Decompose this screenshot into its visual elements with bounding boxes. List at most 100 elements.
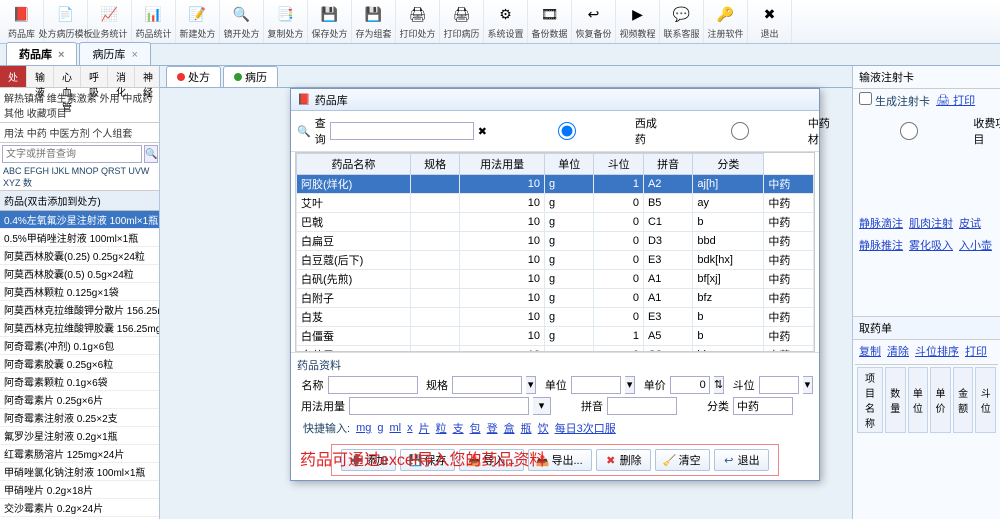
quick-link[interactable]: 粒 [436,420,447,436]
toolbar-button[interactable]: 📊药品统计 [132,0,176,43]
dou-dropdown[interactable]: ▾ [803,376,813,394]
drug-list-row[interactable]: 氟罗沙星注射液 0.2g×1瓶 [0,427,159,445]
drug-list-row[interactable]: 0.4%左氧氟沙星注射液 100ml×1瓶 [0,211,159,229]
grid-row[interactable]: 白附子10g0A1bfz中药 [297,289,814,308]
price-input[interactable] [670,376,710,394]
grid-row[interactable]: 白豆蔻(后下)10g0E3bdk[hx]中药 [297,251,814,270]
toolbar-button[interactable]: 🎞备份数据 [528,0,572,43]
grid-col-header[interactable]: 用法用量 [460,154,545,175]
grid-col-header[interactable]: 拼音 [643,154,692,175]
grid-row[interactable]: 白矾(先煎)10g0A1bf[xj]中药 [297,270,814,289]
left-subtabs-3[interactable]: 用法 中药 中医方剂 个人组套 [0,123,159,143]
drug-list-row[interactable]: 阿奇霉素胶囊 0.25g×6粒 [0,355,159,373]
quick-link[interactable]: 每日3次口服 [555,420,616,436]
left-subtab[interactable]: 呼吸 [81,66,108,87]
left-subtab[interactable]: 处生意 [0,66,27,87]
unit-dropdown[interactable]: ▾ [625,376,635,394]
injection-link[interactable]: 静脉滴注 [859,215,903,231]
quick-link[interactable]: 饮 [538,420,549,436]
close-icon[interactable]: × [58,49,64,61]
usage-input[interactable] [349,397,529,415]
grid-row[interactable]: 巴戟10g0C1b中药 [297,213,814,232]
toolbar-button[interactable]: 📈业务统计 [88,0,132,43]
left-search-input[interactable] [2,145,142,163]
toolbar-button[interactable]: 📕药品库 [0,0,44,43]
dou-input[interactable] [759,376,799,394]
grid-row[interactable]: 白僵蚕10g1A5b中药 [297,327,814,346]
take-action[interactable]: 清除 [887,343,909,359]
grid-row[interactable]: 白扁豆10g0D3bbd中药 [297,232,814,251]
grid-col-header[interactable]: 单位 [544,154,593,175]
search-icon[interactable]: 🔍 [144,145,158,163]
class-input[interactable] [733,397,793,415]
left-subtab[interactable]: 输液 [27,66,54,87]
category-radio[interactable]: 收费项目 [847,115,1000,147]
drug-list-row[interactable]: 阿莫西林克拉维酸钾胶囊 156.25mg×18片 [0,319,159,337]
toolbar-button[interactable]: ↩恢复备份 [572,0,616,43]
drug-list-row[interactable]: 阿奇霉素(冲剂) 0.1g×6包 [0,337,159,355]
drug-list-row[interactable]: 阿奇霉素片 0.25g×6片 [0,391,159,409]
toolbar-button[interactable]: 🖨打印病历 [440,0,484,43]
left-subtab[interactable]: 神经 [135,66,162,87]
injection-link[interactable]: 皮试 [959,215,981,231]
right-action[interactable]: 生成注射卡 [859,92,930,109]
quick-link[interactable]: mg [356,422,371,434]
drug-list-row[interactable]: 阿奇霉素颗粒 0.1g×6袋 [0,373,159,391]
quick-link[interactable]: 盒 [504,420,515,436]
toolbar-button[interactable]: 📝新建处方 [176,0,220,43]
pinyin-input[interactable] [607,397,677,415]
center-tab[interactable]: 病历 [223,66,278,87]
app-tab[interactable]: 药品库× [6,42,77,65]
alpha-index[interactable]: ABC EFGH IJKL MNOP QRST UVW XYZ 数 [0,165,159,191]
quick-link[interactable]: 瓶 [521,420,532,436]
take-action[interactable]: 打印 [965,343,987,359]
app-tab[interactable]: 病历库× [79,42,150,65]
grid-col-header[interactable]: 药品名称 [297,154,411,175]
drug-grid-wrapper[interactable]: 药品名称规格用法用量单位斗位拼音分类 阿胶(烊化)10g1A2aj[h]中药艾叶… [295,152,815,352]
drug-list-row[interactable]: 阿莫西林胶囊(0.5) 0.5g×24粒 [0,265,159,283]
quick-link[interactable]: 包 [470,420,481,436]
spec-input[interactable] [452,376,522,394]
dialog-button[interactable]: ✖删除 [596,449,651,471]
injection-link[interactable]: 静脉推注 [859,237,903,253]
dialog-search-input[interactable] [330,122,474,140]
right-action[interactable]: 🖨 打印 [936,92,975,109]
toolbar-button[interactable]: 💬联系客服 [660,0,704,43]
injection-link[interactable]: 入小壶 [959,237,992,253]
drug-list-row[interactable]: 红霉素肠溶片 125mg×24片 [0,445,159,463]
grid-row[interactable]: 阿胶(烊化)10g1A2aj[h]中药 [297,175,814,194]
unit-input[interactable] [571,376,621,394]
category-radio[interactable]: 中药材 [674,115,837,147]
toolbar-button[interactable]: ⚙系统设置 [484,0,528,43]
drug-list-row[interactable]: 0.5%甲硝唑注射液 100ml×1瓶 [0,229,159,247]
quick-link[interactable]: 支 [453,420,464,436]
toolbar-button[interactable]: 📑复制处方 [264,0,308,43]
drug-list-row[interactable]: 阿莫西林胶囊(0.25) 0.25g×24粒 [0,247,159,265]
quick-link[interactable]: ml [389,422,401,434]
drug-list-row[interactable]: 甲硝唑氯化钠注射液 100ml×1瓶 [0,463,159,481]
toolbar-button[interactable]: 🔑注册软件 [704,0,748,43]
injection-link[interactable]: 雾化吸入 [909,237,953,253]
injection-link[interactable]: 肌肉注射 [909,215,953,231]
toolbar-button[interactable]: 🖨打印处方 [396,0,440,43]
left-subtab[interactable]: 消化 [108,66,135,87]
take-action[interactable]: 斗位排序 [915,343,959,359]
grid-col-header[interactable]: 斗位 [594,154,643,175]
quick-link[interactable]: x [407,422,413,434]
price-stepper[interactable]: ⇅ [714,376,724,394]
toolbar-button[interactable]: 🔍镜开处方 [220,0,264,43]
grid-row[interactable]: 白芨10g0E3b中药 [297,308,814,327]
toolbar-button[interactable]: 💾存为组套 [352,0,396,43]
grid-col-header[interactable]: 分类 [693,154,764,175]
dialog-button[interactable]: ↩退出 [714,449,769,471]
quick-link[interactable]: 登 [487,420,498,436]
name-input[interactable] [328,376,418,394]
grid-col-header[interactable]: 规格 [410,154,459,175]
spec-dropdown[interactable]: ▾ [526,376,536,394]
drug-list-row[interactable]: 甲硝唑片 0.2g×18片 [0,481,159,499]
dialog-button[interactable]: 🧹清空 [655,449,710,471]
toolbar-button[interactable]: 📄处方病历模板 [44,0,88,43]
grid-row[interactable]: 艾叶10g0B5ay中药 [297,194,814,213]
toolbar-button[interactable]: 💾保存处方 [308,0,352,43]
quick-link[interactable]: g [377,422,383,434]
